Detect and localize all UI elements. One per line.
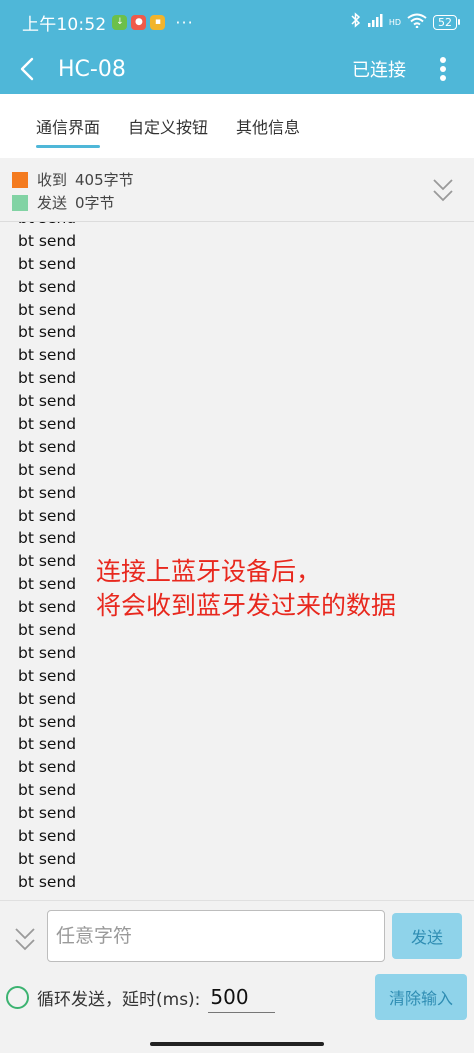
message-notification-icon: ▪ bbox=[150, 14, 166, 30]
log-line: bt send bbox=[18, 643, 77, 662]
log-line: bt send bbox=[18, 735, 77, 754]
received-label: 收到 bbox=[37, 171, 68, 189]
signal-icon bbox=[367, 13, 383, 31]
received-counter: 收到 405字节 bbox=[12, 168, 474, 191]
log-line: bt send bbox=[18, 346, 77, 365]
log-line: bt send bbox=[18, 872, 77, 891]
log-line: bt send bbox=[18, 506, 77, 525]
overflow-menu-button[interactable] bbox=[428, 44, 458, 94]
received-swatch bbox=[12, 171, 28, 188]
sent-swatch bbox=[12, 194, 28, 211]
tab-bar: 通信界面 自定义按钮 其他信息 bbox=[0, 94, 474, 158]
double-chevron-down-icon bbox=[15, 928, 35, 951]
status-right: HD 52 bbox=[351, 12, 460, 32]
expand-toggle-button[interactable] bbox=[12, 923, 38, 955]
notification-icons: ↓ ● ▪ bbox=[112, 14, 166, 30]
log-line: bt send bbox=[18, 437, 77, 456]
status-time: 上午10:52 bbox=[22, 14, 107, 35]
log-line: bt send bbox=[18, 300, 77, 319]
wifi-icon bbox=[407, 13, 427, 32]
log-line: bt send bbox=[18, 483, 77, 502]
clear-input-button[interactable]: 清除输入 bbox=[375, 974, 467, 1020]
sent-counter: 发送 0字节 bbox=[12, 191, 474, 214]
log-line: bt send bbox=[18, 758, 77, 777]
sent-label: 发送 bbox=[37, 194, 68, 212]
back-button[interactable] bbox=[4, 44, 50, 94]
log-line: bt send bbox=[18, 222, 474, 230]
log-line: bt send bbox=[18, 369, 77, 388]
device-title: HC-08 bbox=[58, 56, 126, 82]
tab-other-info[interactable]: 其他信息 bbox=[222, 94, 314, 158]
loop-send-radio[interactable] bbox=[6, 985, 29, 1009]
byte-counters: 收到 405字节 发送 0字节 bbox=[0, 158, 474, 222]
tab-communication[interactable]: 通信界面 bbox=[22, 94, 114, 158]
log-line: bt send bbox=[18, 392, 77, 411]
received-count: 405字节 bbox=[75, 171, 134, 189]
bluetooth-icon bbox=[351, 12, 361, 32]
input-area: 发送 循环发送，延时(ms): 清除输入 bbox=[0, 900, 474, 1053]
log-line: bt send bbox=[18, 323, 77, 342]
sent-count: 0字节 bbox=[75, 194, 115, 212]
delay-input[interactable] bbox=[208, 981, 276, 1013]
annotation-line-2: 将会收到蓝牙发过来的数据 bbox=[96, 591, 397, 620]
app-bar: HC-08 已连接 bbox=[0, 44, 474, 94]
status-bar: 上午10:52 ↓ ● ▪ ··· HD 52 bbox=[0, 0, 474, 44]
log-line: bt send bbox=[18, 827, 77, 846]
hd-icon: HD bbox=[388, 17, 401, 27]
connection-state-button[interactable]: 已连接 bbox=[352, 56, 406, 82]
log-line: bt send bbox=[18, 666, 77, 685]
more-vert-icon bbox=[440, 57, 446, 81]
battery-level: 52 bbox=[433, 14, 457, 30]
log-line: bt send bbox=[18, 712, 77, 731]
log-line: bt send bbox=[18, 804, 77, 823]
log-line: bt send bbox=[18, 781, 77, 800]
more-notifications-icon: ··· bbox=[175, 12, 194, 32]
annotation-note: 连接上蓝牙设备后， 将会收到蓝牙发过来的数据 bbox=[96, 555, 396, 623]
chevron-left-icon bbox=[20, 57, 34, 81]
collapse-toggle-button[interactable] bbox=[430, 174, 456, 206]
log-line: bt send bbox=[18, 254, 77, 273]
message-input[interactable] bbox=[47, 910, 385, 962]
loop-send-row: 循环发送，延时(ms): bbox=[6, 981, 276, 1013]
home-indicator[interactable] bbox=[150, 1042, 324, 1046]
double-chevron-down-icon bbox=[433, 179, 453, 202]
log-line: bt send bbox=[18, 849, 77, 868]
log-line: bt send bbox=[18, 231, 77, 250]
log-line: bt send bbox=[18, 277, 77, 296]
download-notification-icon: ↓ bbox=[112, 14, 128, 30]
battery-icon: 52 bbox=[433, 14, 460, 30]
tab-custom-buttons[interactable]: 自定义按钮 bbox=[114, 94, 222, 158]
loop-send-label: 循环发送，延时(ms): bbox=[37, 989, 201, 1010]
annotation-line-1: 连接上蓝牙设备后， bbox=[96, 557, 322, 586]
log-line: bt send bbox=[18, 460, 77, 479]
log-line: bt send bbox=[18, 415, 77, 434]
log-line: bt send bbox=[18, 529, 77, 548]
app-notification-icon: ● bbox=[131, 14, 147, 30]
log-line: bt send bbox=[18, 689, 77, 708]
send-button[interactable]: 发送 bbox=[392, 913, 462, 959]
